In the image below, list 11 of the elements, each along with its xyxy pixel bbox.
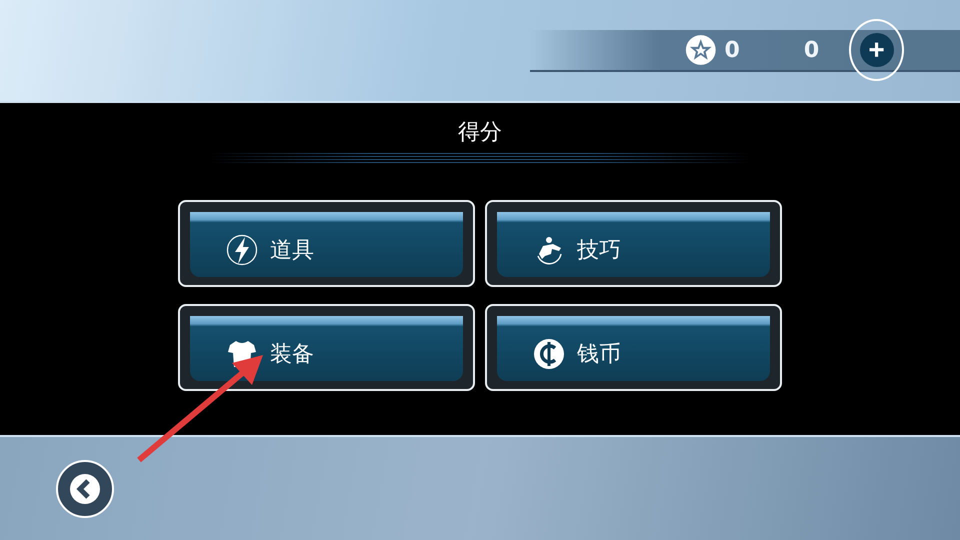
page-title: 得分 [458, 119, 502, 147]
menu-button[interactable]: 技巧 [485, 200, 782, 287]
menu-button[interactable]: 装备 [178, 304, 475, 391]
coin-icon [533, 338, 565, 370]
menu-button[interactable]: 钱币 [485, 304, 782, 391]
add-button[interactable]: + [849, 19, 904, 81]
lightning-icon [226, 234, 258, 266]
star-count: 0 [724, 38, 740, 62]
menu-button[interactable]: 道具 [178, 200, 475, 287]
coin-count: 0 [804, 38, 820, 62]
back-icon [70, 474, 100, 504]
